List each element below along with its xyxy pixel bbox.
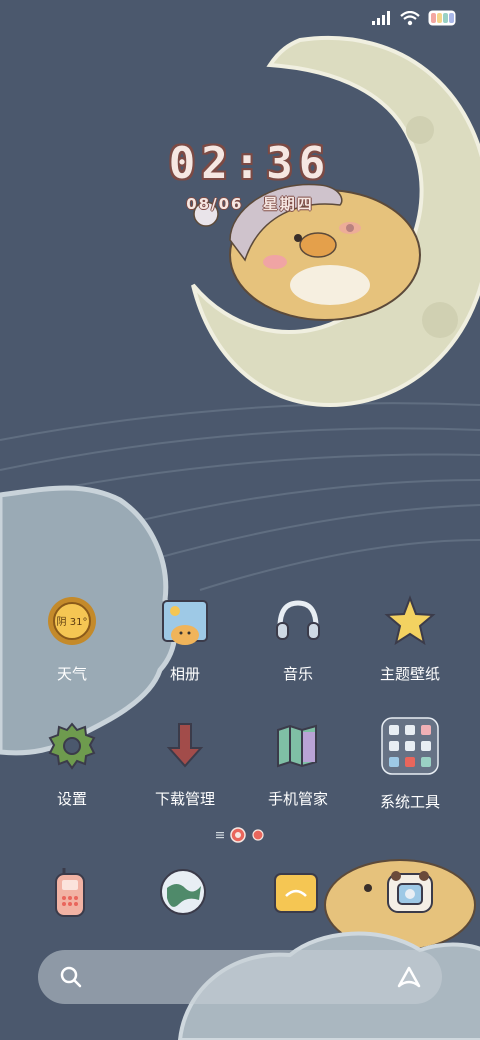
app-label: 设置 — [56, 790, 87, 808]
page-dot — [252, 829, 264, 841]
folder-icon — [381, 717, 439, 775]
app-label: 音乐 — [282, 665, 313, 683]
status-bar — [372, 10, 458, 26]
app-label: 相册 — [169, 665, 200, 683]
app-downloads[interactable]: 下载管理 — [130, 720, 240, 809]
page-indicator[interactable] — [0, 827, 480, 843]
messages-icon[interactable] — [270, 866, 322, 918]
page-list-icon — [216, 832, 224, 839]
dock — [0, 866, 480, 926]
clock-widget[interactable]: 02:36 08/06 星期四 — [0, 138, 480, 214]
signal-icon — [372, 11, 390, 25]
app-phone-manager[interactable]: 手机管家 — [243, 720, 353, 809]
star-icon — [384, 595, 436, 646]
assistant-icon[interactable] — [396, 964, 422, 990]
phone-icon[interactable] — [44, 866, 96, 918]
browser-globe-icon[interactable] — [157, 866, 209, 918]
camera-icon[interactable] — [384, 866, 436, 918]
clock-date: 08/06 星期四 — [0, 193, 480, 214]
gear-icon — [48, 722, 96, 770]
weekday-text: 星期四 — [262, 195, 314, 213]
download-arrow-icon — [166, 723, 204, 768]
search-icon[interactable] — [60, 966, 82, 988]
app-label: 手机管家 — [267, 790, 328, 808]
app-row-2: 设置 下载管理 手机管家 系统工具 — [0, 717, 480, 830]
weather-icon: 阴 31° — [48, 597, 96, 645]
app-themes[interactable]: 主题壁纸 — [355, 595, 465, 684]
svg-text:阴 31°: 阴 31° — [57, 616, 88, 628]
map-icon — [277, 724, 317, 768]
app-weather[interactable]: 阴 31° 天气 — [17, 595, 127, 684]
date-text: 08/06 — [186, 195, 244, 213]
gallery-icon — [162, 600, 208, 645]
app-music[interactable]: 音乐 — [243, 595, 353, 684]
clock-time: 02:36 — [168, 138, 332, 189]
battery-icon — [428, 10, 456, 26]
app-gallery[interactable]: 相册 — [130, 595, 240, 684]
headphones-icon — [276, 600, 320, 640]
app-row-1: 阴 31° 天气 相册 音乐 主题壁纸 — [0, 595, 480, 705]
app-label: 天气 — [56, 665, 87, 683]
search-bar[interactable] — [38, 950, 442, 1004]
app-settings[interactable]: 设置 — [17, 720, 127, 809]
app-system-tools[interactable]: 系统工具 — [355, 717, 465, 812]
page-dot-active — [230, 827, 246, 843]
app-label: 主题壁纸 — [379, 665, 440, 683]
app-label: 下载管理 — [154, 790, 215, 808]
wifi-icon — [400, 10, 420, 25]
app-label: 系统工具 — [379, 793, 440, 811]
